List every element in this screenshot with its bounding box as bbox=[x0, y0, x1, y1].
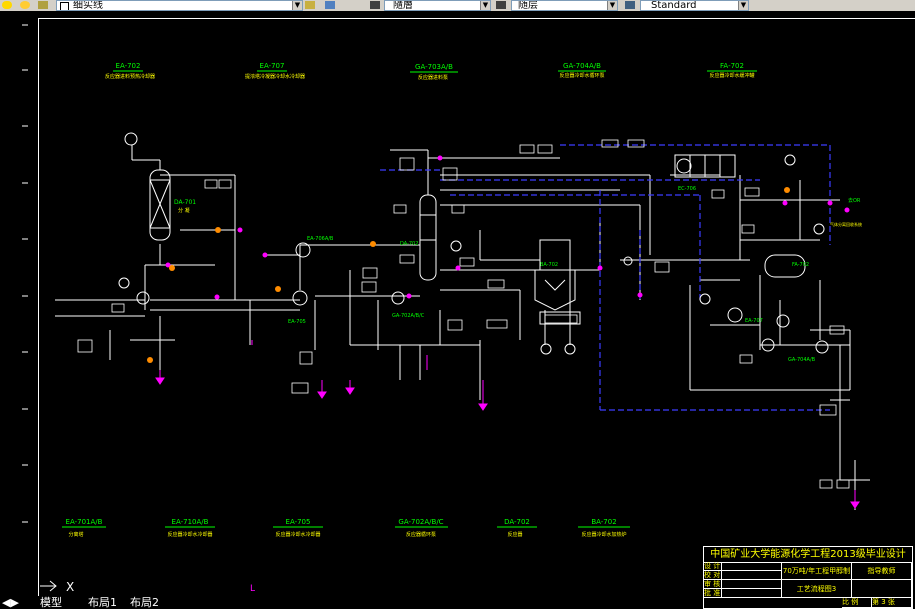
bottom-eq-desc-3: 反应器冷却水冷却器 bbox=[275, 531, 320, 538]
title-block: 中国矿业大学能源化学工程2013级毕业设计 设 计 校 对 审 核 批 准 70… bbox=[703, 546, 913, 609]
bottom-eq-desc-2: 反应器冷却水冷却器 bbox=[167, 531, 212, 538]
bottom-eq-tag-1: EA-701A/B bbox=[66, 518, 103, 526]
label-ga702: GA-702A/B/C bbox=[392, 313, 425, 319]
top-eq-desc-1: 反应器进料预热冷却器 bbox=[105, 73, 155, 80]
title-row-blank-3 bbox=[722, 580, 782, 589]
title-grade: 指导教师 bbox=[852, 562, 912, 580]
label-da702: DA-702 bbox=[400, 241, 418, 247]
title-block-title: 中国矿业大学能源化学工程2013级毕业设计 bbox=[704, 547, 912, 563]
label-ec706: EC-706 bbox=[678, 186, 696, 192]
label-to: 去OR bbox=[848, 197, 861, 204]
label-to-desc: 气体分离回收系统 bbox=[830, 221, 862, 227]
top-eq-tag-2: EA-707 bbox=[260, 62, 285, 70]
label-da701-sub: 分 凝 bbox=[178, 207, 190, 214]
title-row-label-2: 校 对 bbox=[704, 571, 722, 580]
label-ea706: EA-706A/B bbox=[307, 236, 334, 242]
bottom-eq-desc-6: 反应器冷却水加热炉 bbox=[581, 531, 626, 538]
bottom-eq-tag-2: EA-710A/B bbox=[172, 518, 209, 526]
label-ea705: EA-705 bbox=[288, 319, 306, 325]
tab-layout1[interactable]: 布局1 bbox=[88, 596, 117, 609]
ucs-icon: X bbox=[40, 580, 74, 594]
title-row-label-3: 审 核 bbox=[704, 580, 722, 589]
title-row-blank-1 bbox=[722, 562, 782, 571]
label-ea707: EA-707 bbox=[745, 318, 763, 324]
top-eq-desc-5: 反应器冷却水缓冲罐 bbox=[709, 72, 754, 79]
bottom-eq-tag-6: BA-702 bbox=[591, 518, 616, 526]
title-project: 70万吨/年工程甲醇制 bbox=[782, 562, 852, 580]
da701-column bbox=[149, 169, 171, 241]
ucs-x-label: X bbox=[66, 580, 74, 594]
tab-model[interactable]: 模型 bbox=[40, 596, 62, 609]
bottom-eq-tag-4: GA-702A/B/C bbox=[398, 518, 443, 526]
top-eq-tag-4: GA-704A/B bbox=[563, 62, 601, 70]
top-eq-tag-3: GA-703A/B bbox=[415, 63, 453, 71]
title-sheet: 第 3 张 bbox=[872, 598, 912, 608]
ec706-cooler bbox=[674, 154, 736, 178]
bottom-eq-tag-3: EA-705 bbox=[286, 518, 311, 526]
label-ga704: GA-704A/B bbox=[788, 357, 816, 363]
pid-drawing: EA-702 反应器进料预热冷却器 EA-707 提浓塔冷凝器冷却水冷却器 GA… bbox=[55, 62, 870, 538]
title-row-blank-2 bbox=[722, 571, 782, 580]
top-eq-desc-2: 提浓塔冷凝器冷却水冷却器 bbox=[245, 73, 305, 80]
da702-column bbox=[419, 194, 437, 281]
title-row-label-1: 设 计 bbox=[704, 562, 722, 571]
title-drawing-name: 工艺流程图3 bbox=[782, 580, 852, 598]
top-eq-desc-4: 反应器冷却水循环泵 bbox=[559, 72, 604, 79]
title-row-label-4: 批 准 bbox=[704, 589, 722, 598]
title-scale: 比 例 bbox=[842, 598, 872, 608]
bottom-eq-desc-4: 反应器循环泵 bbox=[406, 531, 436, 538]
top-eq-tag-5: FA-702 bbox=[720, 62, 744, 70]
label-da701: DA-701 bbox=[174, 199, 196, 206]
label-ba702: BA-702 bbox=[540, 262, 558, 268]
bottom-eq-desc-1: 分离塔 bbox=[68, 531, 83, 538]
top-eq-desc-3: 反应器进料泵 bbox=[418, 74, 448, 81]
title-blank bbox=[852, 580, 912, 598]
title-row-blank-4 bbox=[722, 589, 782, 598]
cursor-label: L bbox=[250, 584, 256, 594]
bottom-eq-tag-5: DA-702 bbox=[504, 518, 530, 526]
bottom-eq-desc-5: 反应器 bbox=[507, 531, 522, 538]
label-fa702: FA-702 bbox=[792, 262, 809, 268]
ba702-furnace bbox=[534, 239, 581, 325]
tab-layout2[interactable]: 布局2 bbox=[130, 596, 159, 609]
nav-arrows-icon[interactable]: ◀▶ bbox=[2, 596, 19, 609]
top-eq-tag-1: EA-702 bbox=[116, 62, 141, 70]
layout-tabs: ◀▶ 模型 布局1 布局2 bbox=[0, 596, 300, 609]
